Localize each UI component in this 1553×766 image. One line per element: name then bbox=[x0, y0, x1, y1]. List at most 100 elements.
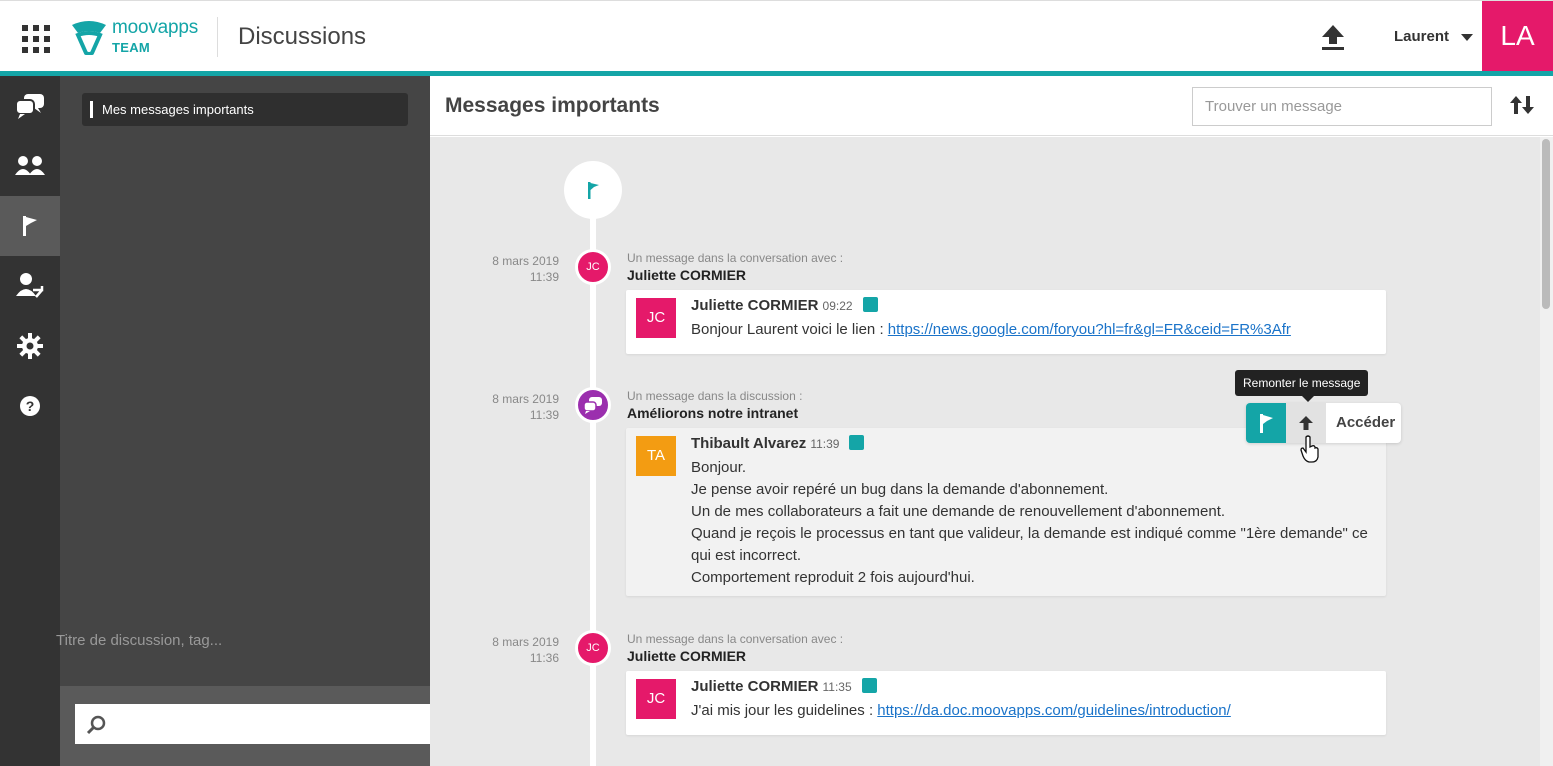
entry-avatar: JC bbox=[575, 249, 611, 285]
message-text-content: Bonjour Laurent voici le lien : bbox=[691, 321, 888, 338]
apps-grid-icon[interactable] bbox=[22, 25, 50, 53]
chevron-down-icon[interactable] bbox=[1461, 34, 1473, 41]
entry-context: Un message dans la conversation avec : bbox=[627, 251, 844, 265]
message-author: Juliette CORMIER 09:22 bbox=[691, 297, 878, 314]
rail-item-help[interactable]: ? bbox=[0, 376, 60, 436]
page-title: Messages importants bbox=[445, 94, 660, 117]
users-icon bbox=[15, 156, 45, 175]
message-text: Bonjour Laurent voici le lien : https://… bbox=[691, 319, 1376, 341]
flag-badge-icon bbox=[849, 435, 865, 450]
message-time: 11:35 bbox=[822, 680, 852, 694]
message-time: 11:39 bbox=[810, 437, 840, 451]
selected-indicator bbox=[90, 101, 93, 118]
entry-conversation-name[interactable]: Juliette CORMIER bbox=[627, 267, 746, 283]
panel-search-area bbox=[60, 686, 475, 766]
flag-badge-icon bbox=[861, 678, 877, 693]
arrow-up-icon bbox=[1299, 416, 1313, 430]
message-actions: Accéder bbox=[1246, 403, 1401, 443]
logo-text: moovapps bbox=[112, 17, 199, 38]
message-card[interactable]: TA Thibault Alvarez 11:39 Bonjour. Je pen… bbox=[626, 428, 1386, 596]
entry-context: Un message dans la conversation avec : bbox=[627, 632, 844, 646]
message-line: Un de mes collaborateurs a fait une dema… bbox=[691, 503, 1226, 520]
flag-icon bbox=[588, 182, 599, 199]
rail-item-contacts[interactable] bbox=[0, 136, 60, 196]
moovapps-logo[interactable]: moovapps TEAM bbox=[70, 15, 210, 59]
icon-rail: ? bbox=[0, 76, 60, 766]
rail-item-settings[interactable] bbox=[0, 316, 60, 376]
entry-discussion-name[interactable]: Améliorons notre intranet bbox=[627, 405, 798, 421]
message-line: Comportement reproduit 2 fois aujourd'hu… bbox=[691, 569, 975, 586]
app-header: moovapps TEAM Discussions Laurent LA bbox=[0, 0, 1553, 72]
help-icon: ? bbox=[20, 396, 40, 416]
flag-icon bbox=[23, 216, 37, 236]
entry-date-day: 8 mars 2019 bbox=[492, 254, 559, 268]
author-name: Juliette CORMIER bbox=[691, 297, 819, 314]
scrollbar-thumb[interactable] bbox=[1542, 139, 1550, 309]
message-search-input[interactable] bbox=[1192, 87, 1492, 126]
discussion-search-input[interactable] bbox=[56, 628, 406, 652]
timeline-area: 8 mars 2019 11:39 JC Un message dans la … bbox=[430, 137, 1540, 766]
rail-item-shared[interactable] bbox=[0, 256, 60, 316]
message-card[interactable]: JC Juliette CORMIER 09:22 Bonjour Laurent… bbox=[626, 290, 1386, 354]
message-text: Bonjour. Je pense avoir repéré un bug da… bbox=[691, 457, 1376, 589]
unflag-button[interactable] bbox=[1246, 403, 1286, 443]
tooltip: Remonter le message bbox=[1235, 370, 1369, 396]
message-author: Juliette CORMIER 11:35 bbox=[691, 678, 877, 695]
timeline-line bbox=[590, 217, 596, 766]
entry-conversation-name[interactable]: Juliette CORMIER bbox=[627, 648, 746, 664]
folder-important-messages[interactable]: Mes messages importants bbox=[82, 93, 408, 126]
entry-date-day: 8 mars 2019 bbox=[492, 635, 559, 649]
author-name: Juliette CORMIER bbox=[691, 678, 819, 695]
message-time: 09:22 bbox=[822, 299, 853, 313]
user-menu-name[interactable]: Laurent bbox=[1394, 28, 1449, 45]
entry-avatar: JC bbox=[575, 630, 611, 666]
sort-icon[interactable] bbox=[1508, 94, 1536, 118]
timeline-start bbox=[564, 161, 622, 219]
rail-item-important[interactable] bbox=[0, 196, 60, 256]
user-avatar[interactable]: LA bbox=[1482, 1, 1553, 72]
flag-badge-icon bbox=[862, 297, 878, 312]
author-name: Thibault Alvarez bbox=[691, 435, 807, 452]
message-author: Thibault Alvarez 11:39 bbox=[691, 435, 865, 452]
message-line: Quand je reçois le processus en tant que… bbox=[691, 525, 1368, 564]
author-avatar: JC bbox=[636, 679, 676, 719]
folders-panel: Mes messages importants bbox=[60, 76, 475, 766]
main-header: Messages importants bbox=[430, 76, 1553, 136]
flag-icon bbox=[1260, 414, 1273, 433]
search-icon bbox=[86, 715, 106, 735]
gear-icon bbox=[17, 333, 43, 359]
svg-text:?: ? bbox=[26, 398, 35, 414]
message-card[interactable]: JC Juliette CORMIER 11:35 J'ai mis jour l… bbox=[626, 671, 1386, 735]
app-title: Discussions bbox=[238, 23, 367, 50]
tooltip-arrow bbox=[1302, 396, 1314, 402]
access-button[interactable]: Accéder bbox=[1336, 414, 1395, 431]
entry-date: 8 mars 2019 11:36 bbox=[459, 634, 559, 666]
message-text: J'ai mis jour les guidelines : https://d… bbox=[691, 700, 1376, 722]
author-avatar: JC bbox=[636, 298, 676, 338]
header-divider bbox=[217, 17, 218, 57]
hand-cursor-icon bbox=[1300, 435, 1319, 463]
entry-date-time: 11:39 bbox=[529, 270, 559, 284]
scrollbar[interactable] bbox=[1540, 137, 1553, 766]
message-link[interactable]: https://news.google.com/foryou?hl=fr&gl=… bbox=[888, 321, 1291, 338]
entry-date-day: 8 mars 2019 bbox=[492, 392, 559, 406]
user-share-icon bbox=[16, 273, 44, 298]
logo-subtext: TEAM bbox=[112, 40, 151, 55]
folder-label: Mes messages importants bbox=[102, 102, 254, 117]
rail-item-discussions[interactable] bbox=[0, 76, 60, 136]
discussion-icon bbox=[575, 387, 611, 423]
entry-date-time: 11:39 bbox=[529, 408, 559, 422]
upload-icon[interactable] bbox=[1316, 23, 1350, 53]
message-line: Je pense avoir repéré un bug dans la dem… bbox=[691, 481, 1109, 498]
entry-date-time: 11:36 bbox=[529, 651, 559, 665]
panel-search-box bbox=[75, 704, 475, 744]
message-line: Bonjour. bbox=[691, 459, 747, 476]
entry-context: Un message dans la discussion : bbox=[627, 389, 803, 403]
message-link[interactable]: https://da.doc.moovapps.com/guidelines/i… bbox=[877, 702, 1231, 719]
entry-date: 8 mars 2019 11:39 bbox=[459, 253, 559, 285]
moovapps-logo-mark bbox=[72, 21, 106, 55]
chat-bubbles-icon bbox=[15, 94, 44, 119]
message-text-content: J'ai mis jour les guidelines : bbox=[691, 702, 878, 719]
author-avatar: TA bbox=[636, 436, 676, 476]
entry-date: 8 mars 2019 11:39 bbox=[459, 391, 559, 423]
